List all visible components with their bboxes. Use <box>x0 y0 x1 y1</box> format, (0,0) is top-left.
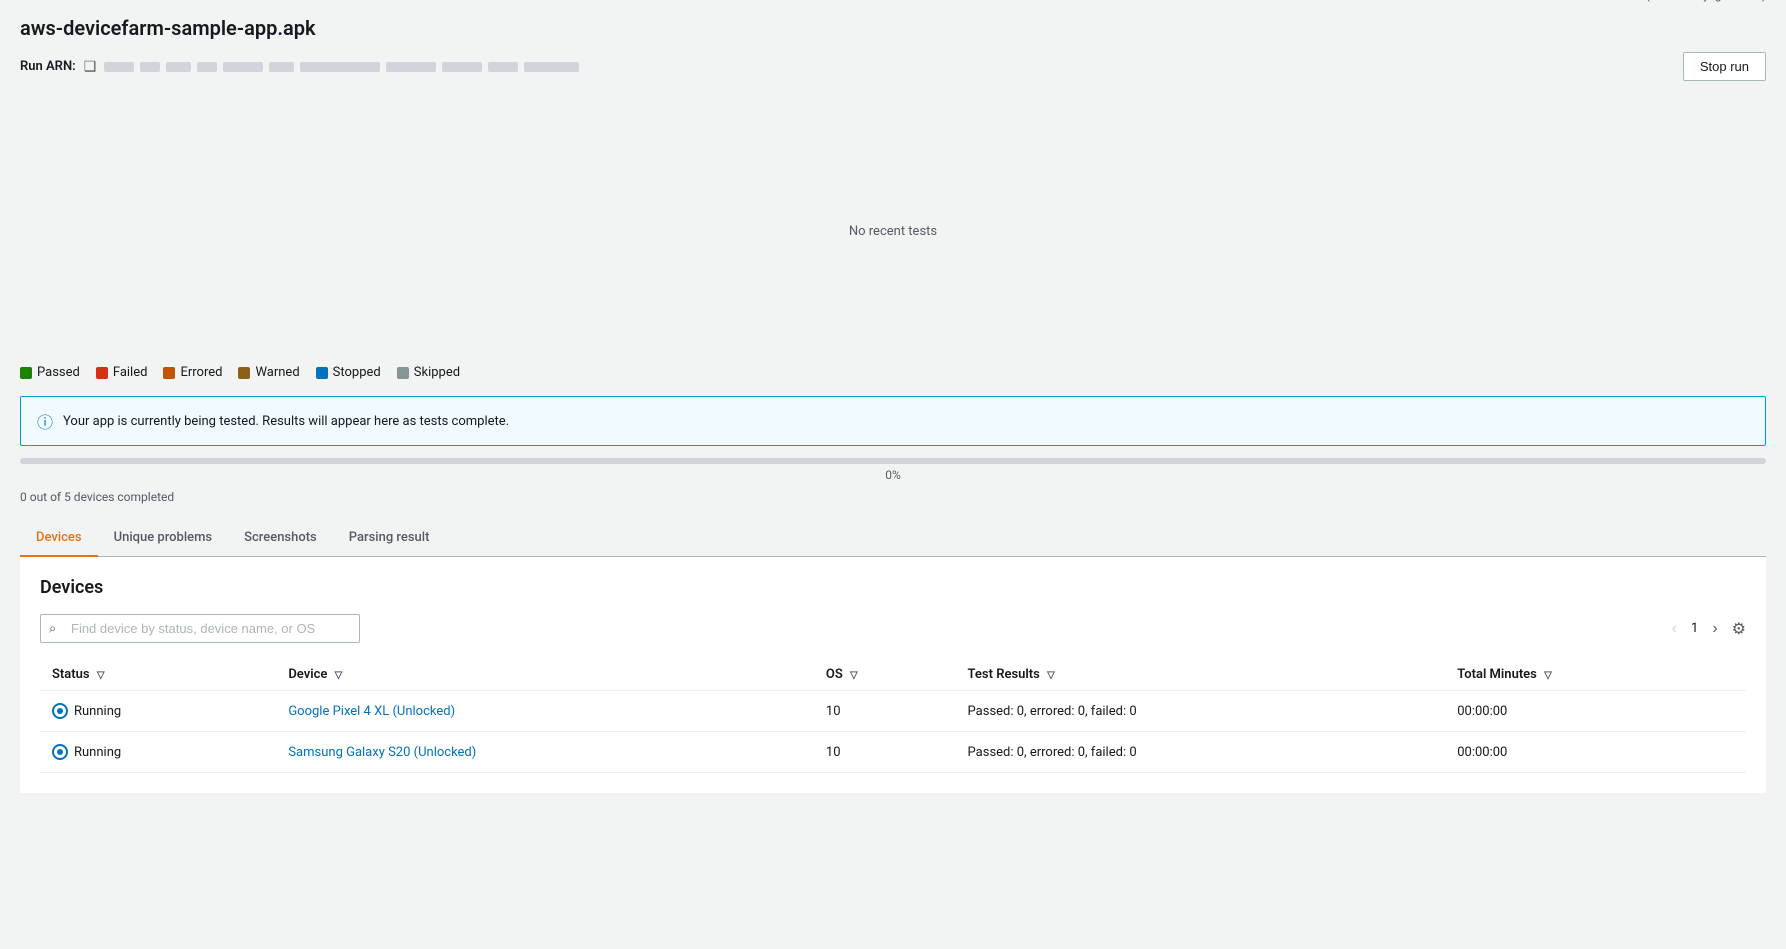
cell-status-0: Running <box>40 691 276 732</box>
tab-parsing-result[interactable]: Parsing result <box>333 520 446 557</box>
search-input[interactable] <box>40 614 360 643</box>
legend-label-passed: Passed <box>37 365 80 380</box>
tab-devices[interactable]: Devices <box>20 520 98 557</box>
legend-item-errored: Errored <box>163 365 222 380</box>
col-test-results[interactable]: Test Results ▽ <box>956 659 1446 691</box>
col-os[interactable]: OS ▽ <box>814 659 956 691</box>
search-icon: ⌕ <box>49 621 56 636</box>
copy-icon[interactable]: ❑ <box>84 59 97 75</box>
legend-dot-failed <box>96 367 108 379</box>
cell-minutes-1: 00:00:00 <box>1445 732 1746 773</box>
legend-dot-errored <box>163 367 175 379</box>
sort-icon: ▽ <box>850 670 858 681</box>
legend-item-stopped: Stopped <box>316 365 381 380</box>
legend-item-skipped: Skipped <box>397 365 460 380</box>
cell-device-0: Google Pixel 4 XL (Unlocked) <box>276 691 814 732</box>
arn-left: Run ARN: ❑ <box>20 59 579 75</box>
cell-os-1: 10 <box>814 732 956 773</box>
arn-seg-4 <box>197 62 217 72</box>
arn-stop-row: Run ARN: ❑ Stop run <box>20 52 1766 81</box>
legend-dot-stopped <box>316 367 328 379</box>
table-header-row: Status ▽Device ▽OS ▽Test Results ▽Total … <box>40 659 1746 691</box>
settings-icon[interactable]: ⚙ <box>1732 619 1746 638</box>
arn-seg-11 <box>524 62 579 72</box>
device-link-1[interactable]: Samsung Galaxy S20 (Unlocked) <box>288 745 476 760</box>
prev-page-button[interactable]: ‹ <box>1666 618 1683 640</box>
sort-icon: ▽ <box>335 670 343 681</box>
legend-dot-passed <box>20 367 32 379</box>
legend-row: Passed Failed Errored Warned Stopped Ski… <box>20 361 1766 384</box>
search-row: ⌕ ‹ 1 › ⚙ <box>40 614 1746 643</box>
info-icon: ⓘ <box>37 409 53 433</box>
cell-status-1: Running <box>40 732 276 773</box>
col-device[interactable]: Device ▽ <box>276 659 814 691</box>
legend-dot-warned <box>238 367 250 379</box>
cell-results-1: Passed: 0, errored: 0, failed: 0 <box>956 732 1446 773</box>
sort-icon: ▽ <box>1544 670 1552 681</box>
app-title: aws-devicefarm-sample-app.apk <box>20 16 316 40</box>
stop-run-button[interactable]: Stop run <box>1683 52 1766 81</box>
arn-placeholder <box>104 62 579 72</box>
tab-screenshots[interactable]: Screenshots <box>228 520 333 557</box>
table-body: Running Google Pixel 4 XL (Unlocked) 10Pa… <box>40 691 1746 773</box>
pagination-controls: ‹ 1 › ⚙ <box>1666 618 1746 640</box>
legend-item-passed: Passed <box>20 365 80 380</box>
legend-label-errored: Errored <box>180 365 222 380</box>
status-running-0: Running <box>52 703 264 719</box>
devices-section: Devices ⌕ ‹ 1 › ⚙ Status ▽Device ▽OS ▽Te… <box>20 557 1766 793</box>
legend-label-skipped: Skipped <box>414 365 460 380</box>
legend-item-failed: Failed <box>96 365 148 380</box>
arn-seg-3 <box>166 62 191 72</box>
legend-label-warned: Warned <box>255 365 299 380</box>
cell-device-1: Samsung Galaxy S20 (Unlocked) <box>276 732 814 773</box>
no-tests-text: No recent tests <box>849 224 937 239</box>
run-arn-label: Run ARN: <box>20 59 76 74</box>
devices-completed: 0 out of 5 devices completed <box>20 490 1766 504</box>
status-label-1: Running <box>74 745 121 760</box>
devices-table: Status ▽Device ▽OS ▽Test Results ▽Total … <box>40 659 1746 773</box>
legend-label-stopped: Stopped <box>333 365 381 380</box>
arn-seg-10 <box>488 62 518 72</box>
arn-seg-7 <box>300 62 380 72</box>
sort-icon: ▽ <box>97 670 105 681</box>
search-input-wrapper: ⌕ <box>40 614 360 643</box>
page-number: 1 <box>1691 621 1698 636</box>
col-status[interactable]: Status ▽ <box>40 659 276 691</box>
arn-seg-1 <box>104 62 134 72</box>
cell-minutes-0: 00:00:00 <box>1445 691 1746 732</box>
arn-seg-5 <box>223 62 263 72</box>
status-label-0: Running <box>74 704 121 719</box>
arn-seg-8 <box>386 62 436 72</box>
scheduled-at: Scheduled at: Thu Jul 15 2021 19:03:03 G… <box>1375 0 1766 2</box>
info-banner-text: Your app is currently being tested. Resu… <box>63 414 509 429</box>
table-row: Running Google Pixel 4 XL (Unlocked) 10Pa… <box>40 691 1746 732</box>
status-running-1: Running <box>52 744 264 760</box>
devices-section-title: Devices <box>40 577 1746 598</box>
info-banner: ⓘ Your app is currently being tested. Re… <box>20 396 1766 446</box>
cell-os-0: 10 <box>814 691 956 732</box>
cell-results-0: Passed: 0, errored: 0, failed: 0 <box>956 691 1446 732</box>
running-icon-0 <box>52 703 68 719</box>
col-total-minutes[interactable]: Total Minutes ▽ <box>1445 659 1746 691</box>
no-tests-area: No recent tests <box>20 101 1766 361</box>
progress-label: 0% <box>20 468 1766 482</box>
header-top: aws-devicefarm-sample-app.apk Scheduled … <box>20 16 1766 48</box>
arn-seg-6 <box>269 62 294 72</box>
table-row: Running Samsung Galaxy S20 (Unlocked) 10P… <box>40 732 1746 773</box>
progress-bar-container <box>20 458 1766 464</box>
legend-item-warned: Warned <box>238 365 299 380</box>
arn-seg-2 <box>140 62 160 72</box>
legend-label-failed: Failed <box>113 365 148 380</box>
device-link-0[interactable]: Google Pixel 4 XL (Unlocked) <box>288 704 455 719</box>
tab-unique-problems[interactable]: Unique problems <box>98 520 229 557</box>
arn-seg-9 <box>442 62 482 72</box>
legend-dot-skipped <box>397 367 409 379</box>
next-page-button[interactable]: › <box>1706 618 1723 640</box>
sort-icon: ▽ <box>1047 670 1055 681</box>
running-icon-1 <box>52 744 68 760</box>
tabs-row: DevicesUnique problemsScreenshotsParsing… <box>20 520 1766 557</box>
progress-area: 0% <box>20 458 1766 482</box>
